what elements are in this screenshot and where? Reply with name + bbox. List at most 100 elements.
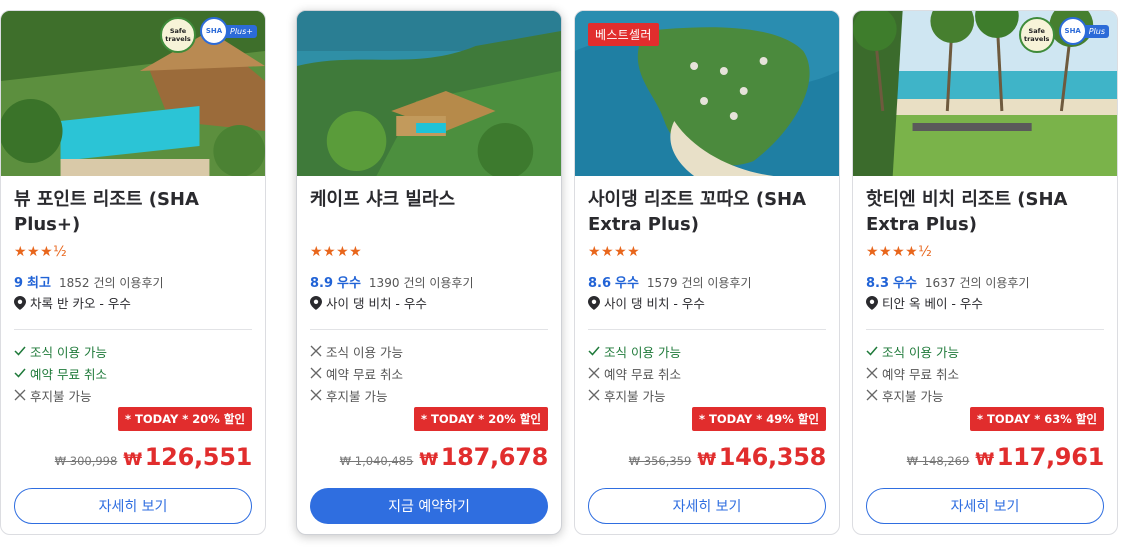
location-text: 티안 옥 베이 - 우수: [882, 296, 983, 311]
check-icon: [588, 346, 600, 356]
certification-badges: Safe travels SHA Plus+: [160, 17, 257, 53]
discount-badge: * TODAY * 20% 할인: [117, 407, 252, 431]
feature-free-cancel: 예약 무료 취소: [588, 362, 681, 384]
review-summary[interactable]: 8.3 우수 1637 건의 이용후기: [866, 272, 1030, 291]
safe-travels-badge: Safe travels: [1018, 17, 1055, 53]
location[interactable]: 사이 댕 비치 - 우수: [588, 293, 705, 312]
feature-list: 조식 이용 가능 예약 무료 취소 후지불 가능: [310, 340, 403, 406]
location-pin-icon: [14, 295, 26, 310]
book-now-button[interactable]: 지금 예약하기: [310, 488, 548, 524]
review-word: 우수: [615, 276, 639, 291]
feature-list: 조식 이용 가능 예약 무료 취소 후지불 가능: [14, 340, 107, 406]
review-summary[interactable]: 9 최고 1852 건의 이용후기: [14, 272, 164, 291]
location[interactable]: 차록 반 카오 - 우수: [14, 293, 131, 312]
price-row: ₩ 300,998 ₩126,551: [55, 443, 253, 471]
cross-icon: [866, 367, 878, 379]
star-rating: ★★★★: [310, 244, 363, 260]
discount-badge: * TODAY * 49% 할인: [691, 407, 826, 431]
view-details-button[interactable]: 자세히 보기: [866, 488, 1104, 524]
feature-pay-later: 후지불 가능: [310, 384, 403, 406]
location-pin-icon: [588, 295, 600, 310]
divider: [866, 329, 1104, 330]
review-score: 8.3: [866, 276, 890, 291]
cross-icon: [588, 367, 600, 379]
review-count: 1637: [924, 276, 956, 290]
cross-icon: [588, 389, 600, 401]
hotel-card-view-point[interactable]: Safe travels SHA Plus+ 뷰 포인트 리조트 (SHA Pl…: [0, 10, 266, 535]
divider: [310, 329, 548, 330]
star-rating: ★★★½: [14, 244, 68, 260]
currency-symbol: ₩: [697, 450, 716, 470]
review-suffix: 건의 이용후기: [959, 276, 1030, 290]
review-summary[interactable]: 8.6 우수 1579 건의 이용후기: [588, 272, 752, 291]
price-row: ₩ 356,359 ₩146,358: [628, 443, 827, 471]
bestseller-tag: 베스트셀러: [588, 23, 659, 46]
price-row: ₩ 148,269 ₩117,961: [907, 443, 1105, 471]
feature-list: 조식 이용 가능 예약 무료 취소 후지불 가능: [588, 340, 681, 406]
review-count: 1390: [368, 276, 400, 290]
review-word: 최고: [27, 276, 51, 291]
feature-pay-later: 후지불 가능: [14, 384, 107, 406]
review-count: 1852: [58, 276, 90, 290]
review-score: 8.6: [588, 276, 612, 291]
check-icon: [14, 346, 26, 356]
feature-breakfast: 조식 이용 가능: [310, 340, 403, 362]
hotel-card-haad-tien[interactable]: Safe travels SHA Plus 핫티엔 비치 리조트 (SHA Ex…: [852, 10, 1118, 535]
location[interactable]: 티안 옥 베이 - 우수: [866, 293, 983, 312]
certification-badges: Safe travels SHA Plus: [1018, 17, 1109, 53]
hotel-photo[interactable]: [297, 11, 561, 176]
hotel-card-sairee[interactable]: 베스트셀러 사이댕 리조트 꼬따오 (SHA Extra Plus) ★★★★ …: [574, 10, 840, 535]
location-text: 사이 댕 비치 - 우수: [604, 296, 705, 311]
sha-plus-badge: SHA Plus+: [200, 17, 257, 45]
hotel-title[interactable]: 케이프 샤크 빌라스: [310, 187, 549, 212]
review-word: 우수: [337, 276, 361, 291]
cross-icon: [14, 389, 26, 401]
hotel-card-cape-shark[interactable]: 케이프 샤크 빌라스 ★★★★ 8.9 우수 1390 건의 이용후기 사이 댕…: [296, 10, 562, 535]
hotel-title[interactable]: 핫티엔 비치 리조트 (SHA Extra Plus): [866, 187, 1105, 237]
cross-icon: [310, 367, 322, 379]
sale-price: ₩146,358: [697, 443, 826, 471]
check-icon: [866, 346, 878, 356]
review-score: 8.9: [310, 276, 334, 291]
review-suffix: 건의 이용후기: [93, 276, 164, 290]
original-price: ₩ 356,359: [628, 454, 692, 468]
discount-badge: * TODAY * 20% 할인: [413, 407, 548, 431]
discount-badge: * TODAY * 63% 할인: [969, 407, 1104, 431]
sale-price: ₩187,678: [419, 443, 548, 471]
location[interactable]: 사이 댕 비치 - 우수: [310, 293, 427, 312]
sha-logo: SHA: [1058, 17, 1087, 45]
review-suffix: 건의 이용후기: [403, 276, 474, 290]
feature-breakfast: 조식 이용 가능: [588, 340, 681, 362]
original-price: ₩ 1,040,485: [339, 454, 414, 468]
cross-icon: [310, 345, 322, 357]
hotel-title[interactable]: 사이댕 리조트 꼬따오 (SHA Extra Plus): [588, 187, 827, 237]
location-text: 차록 반 카오 - 우수: [30, 296, 131, 311]
location-pin-icon: [866, 295, 878, 310]
star-rating: ★★★★½: [866, 244, 933, 260]
sha-logo: SHA: [200, 17, 228, 45]
sale-price: ₩117,961: [975, 443, 1104, 471]
currency-symbol: ₩: [419, 450, 438, 470]
hotel-photo-image: [297, 11, 561, 176]
star-rating: ★★★★: [588, 244, 641, 260]
check-icon: [14, 368, 26, 378]
review-word: 우수: [893, 276, 917, 291]
divider: [14, 329, 252, 330]
sha-plus-label: Plus+: [226, 24, 257, 38]
review-summary[interactable]: 8.9 우수 1390 건의 이용후기: [310, 272, 474, 291]
sha-plus-badge: SHA Plus: [1058, 17, 1109, 45]
divider: [588, 329, 826, 330]
location-pin-icon: [310, 295, 322, 310]
cross-icon: [310, 389, 322, 401]
feature-breakfast: 조식 이용 가능: [866, 340, 959, 362]
price-row: ₩ 1,040,485 ₩187,678: [339, 443, 549, 471]
review-count: 1579: [646, 276, 678, 290]
view-details-button[interactable]: 자세히 보기: [588, 488, 826, 524]
view-details-button[interactable]: 자세히 보기: [14, 488, 252, 524]
location-text: 사이 댕 비치 - 우수: [326, 296, 427, 311]
hotel-title[interactable]: 뷰 포인트 리조트 (SHA Plus+): [14, 187, 253, 237]
safe-travels-badge: Safe travels: [160, 17, 196, 53]
currency-symbol: ₩: [975, 450, 994, 470]
currency-symbol: ₩: [123, 450, 142, 470]
feature-free-cancel: 예약 무료 취소: [310, 362, 403, 384]
